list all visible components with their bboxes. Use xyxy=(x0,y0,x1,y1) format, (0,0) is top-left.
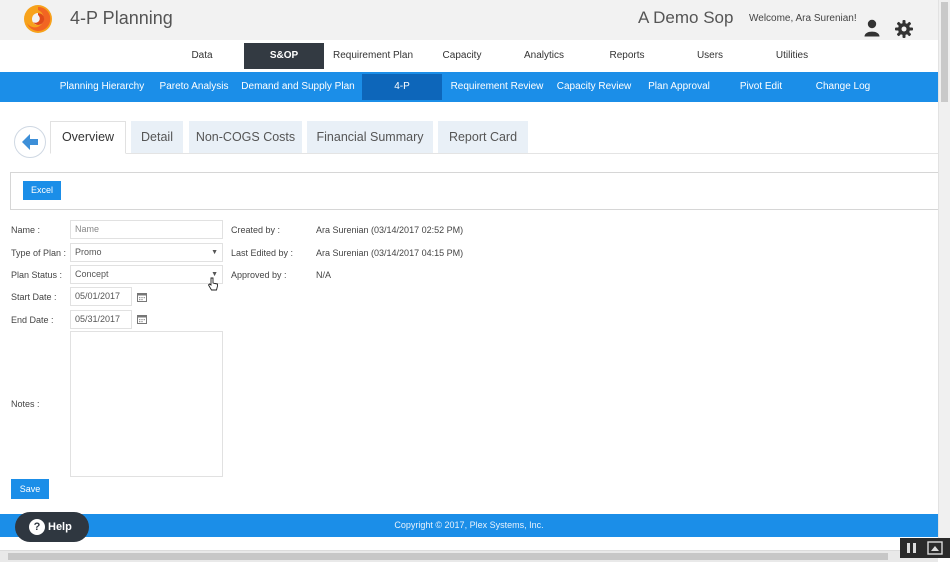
tab-financial-summary[interactable]: Financial Summary xyxy=(307,121,433,153)
excel-button[interactable]: Excel xyxy=(23,181,61,200)
nav-data[interactable]: Data xyxy=(176,43,228,69)
tab-report-card[interactable]: Report Card xyxy=(438,121,528,153)
plan-type-label: Type of Plan : xyxy=(11,248,67,258)
tab-divider xyxy=(50,153,938,154)
subnav-demand-supply-plan[interactable]: Demand and Supply Plan xyxy=(240,72,356,102)
user-icon[interactable] xyxy=(864,19,880,37)
plan-status-value: Concept xyxy=(75,269,109,279)
start-date-input[interactable]: 05/01/2017 xyxy=(70,287,132,306)
question-icon: ? xyxy=(29,519,45,535)
end-date-label: End Date : xyxy=(11,315,54,325)
horizontal-scrollbar[interactable] xyxy=(0,550,938,562)
notes-textarea[interactable] xyxy=(70,331,223,477)
fullscreen-icon[interactable] xyxy=(925,538,945,558)
plan-type-value: Promo xyxy=(75,247,102,257)
nav-requirement-plan[interactable]: Requirement Plan xyxy=(330,43,416,69)
logo-icon[interactable] xyxy=(22,3,54,35)
tab-non-cogs-costs[interactable]: Non-COGS Costs xyxy=(189,121,302,153)
subnav-planning-hierarchy[interactable]: Planning Hierarchy xyxy=(56,72,148,102)
name-input[interactable]: Name xyxy=(70,220,223,239)
back-button[interactable] xyxy=(14,126,46,158)
horizontal-scroll-thumb[interactable] xyxy=(8,553,888,560)
subnav-change-log[interactable]: Change Log xyxy=(810,72,876,102)
start-date-label: Start Date : xyxy=(11,292,57,302)
hand-cursor-icon xyxy=(207,277,218,291)
company-name: A Demo Sop xyxy=(638,8,734,27)
nav-utilities[interactable]: Utilities xyxy=(762,43,822,69)
name-label: Name : xyxy=(11,225,41,235)
subnav-requirement-review[interactable]: Requirement Review xyxy=(448,72,546,102)
calendar-icon[interactable] xyxy=(137,314,147,324)
save-button[interactable]: Save xyxy=(11,479,49,499)
main-nav: Data S&OP Requirement Plan Capacity Anal… xyxy=(0,40,938,72)
tab-overview[interactable]: Overview xyxy=(50,121,126,154)
subnav-capacity-review[interactable]: Capacity Review xyxy=(554,72,634,102)
subnav-plan-approval[interactable]: Plan Approval xyxy=(642,72,716,102)
footer: Copyright © 2017, Plex Systems, Inc. xyxy=(0,514,938,537)
help-label: Help xyxy=(48,521,72,533)
last-edited-value: Ara Surenian (03/14/2017 04:15 PM) xyxy=(316,248,464,258)
plan-status-label: Plan Status : xyxy=(11,270,63,280)
welcome-text: Welcome, Ara Surenian! xyxy=(749,13,857,24)
created-by-label: Created by : xyxy=(231,225,281,235)
sub-nav: Planning Hierarchy Pareto Analysis Deman… xyxy=(0,72,938,102)
created-by-value: Ara Surenian (03/14/2017 02:52 PM) xyxy=(316,225,464,235)
app-title: 4-P Planning xyxy=(70,8,173,28)
player-controls xyxy=(900,538,950,558)
vertical-scroll-thumb[interactable] xyxy=(941,2,948,102)
nav-sop[interactable]: S&OP xyxy=(244,43,324,69)
arrow-left-icon xyxy=(22,134,38,150)
subnav-pareto-analysis[interactable]: Pareto Analysis xyxy=(156,72,232,102)
pause-icon[interactable] xyxy=(902,538,922,558)
help-button[interactable]: ? Help xyxy=(15,512,89,542)
gear-icon[interactable] xyxy=(895,20,913,38)
end-date-input[interactable]: 05/31/2017 xyxy=(70,310,132,329)
copyright-text: Copyright © 2017, Plex Systems, Inc. xyxy=(394,520,544,530)
plan-type-select[interactable]: Promo ▼ xyxy=(70,243,223,262)
calendar-icon[interactable] xyxy=(137,292,147,302)
subnav-4p[interactable]: 4-P xyxy=(362,74,442,100)
toolbar: Excel xyxy=(10,172,938,210)
nav-capacity[interactable]: Capacity xyxy=(432,43,492,69)
caret-down-icon: ▼ xyxy=(211,249,218,256)
approved-by-label: Approved by : xyxy=(231,270,287,280)
subnav-pivot-edit[interactable]: Pivot Edit xyxy=(730,72,792,102)
last-edited-label: Last Edited by : xyxy=(231,248,294,258)
approved-by-value: N/A xyxy=(316,270,332,280)
nav-analytics[interactable]: Analytics xyxy=(514,43,574,69)
nav-users[interactable]: Users xyxy=(684,43,736,69)
nav-reports[interactable]: Reports xyxy=(597,43,657,69)
notes-label: Notes : xyxy=(11,399,40,409)
plan-status-select[interactable]: Concept ▼ xyxy=(70,265,223,284)
tab-detail[interactable]: Detail xyxy=(131,121,183,153)
vertical-scrollbar[interactable] xyxy=(938,0,950,550)
top-header: 4-P Planning A Demo Sop Welcome, Ara Sur… xyxy=(0,0,938,40)
